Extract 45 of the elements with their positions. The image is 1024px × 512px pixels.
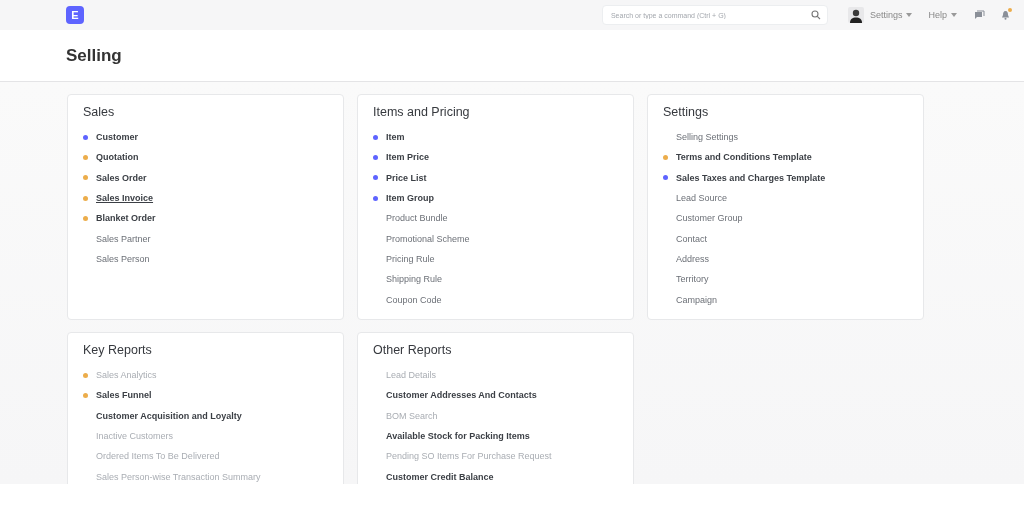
card-link[interactable]: Sales Order [96, 172, 147, 183]
search-icon [810, 10, 821, 20]
card-title: Sales [83, 105, 116, 119]
card-link[interactable]: Campaign [676, 294, 718, 305]
card-link[interactable]: Territory [676, 274, 709, 285]
card-title: Key Reports [83, 343, 153, 357]
card-link[interactable]: Shipping Rule [386, 274, 443, 285]
app-logo[interactable]: E [66, 6, 84, 24]
card-link[interactable]: Item Group [386, 193, 434, 204]
avatar-icon[interactable] [847, 7, 864, 23]
card-link[interactable]: Product Bundle [386, 213, 448, 224]
menu-dropdown[interactable]: Help [928, 10, 957, 20]
card-link[interactable]: Item [386, 132, 405, 143]
card-link[interactable]: Promotional Scheme [386, 233, 470, 244]
card-title: Settings [663, 105, 710, 119]
card-link[interactable]: Sales Funnel [96, 390, 152, 401]
card-link[interactable]: Customer [96, 132, 138, 143]
card-title: Items and Pricing [373, 105, 471, 119]
card-link[interactable]: Sales Partner [96, 233, 151, 244]
caret-icon [906, 13, 913, 17]
card-link[interactable]: Sales Invoice [96, 193, 154, 204]
menu-dropdown[interactable]: Settings [869, 10, 913, 20]
card-link[interactable]: Blanket Order [96, 213, 156, 224]
caret-icon [951, 13, 957, 17]
card-link[interactable]: Price List [386, 172, 427, 183]
card-link[interactable]: Contact [676, 233, 708, 244]
card-link[interactable]: Customer Credit Balance [386, 471, 494, 482]
card-title: Other Reports [373, 343, 453, 357]
card-link[interactable]: Quotation [96, 152, 139, 163]
page-title: Selling [66, 45, 123, 66]
card-link[interactable]: Coupon Code [386, 294, 442, 305]
card-link[interactable]: Sales Person [96, 253, 150, 264]
card-link[interactable]: Pricing Rule [386, 253, 435, 264]
card-link[interactable]: Available Stock for Packing Items [386, 431, 530, 442]
card-link[interactable]: Customer Acquisition and Loyalty [96, 410, 242, 421]
card-link[interactable]: Lead Source [676, 193, 728, 204]
card-link[interactable]: Item Price [386, 152, 430, 163]
card-link[interactable]: Terms and Conditions Template [676, 152, 812, 163]
card-link[interactable]: Customer Group [676, 213, 743, 224]
card-link[interactable]: Address [676, 253, 710, 264]
card-link[interactable]: Sales Taxes and Charges Template [676, 172, 826, 183]
card-link[interactable]: Selling Settings [676, 132, 739, 143]
card-link[interactable]: Customer Addresses And Contacts [386, 390, 537, 401]
chat-icon[interactable] [973, 10, 985, 20]
notification-icon[interactable] [1001, 10, 1010, 20]
